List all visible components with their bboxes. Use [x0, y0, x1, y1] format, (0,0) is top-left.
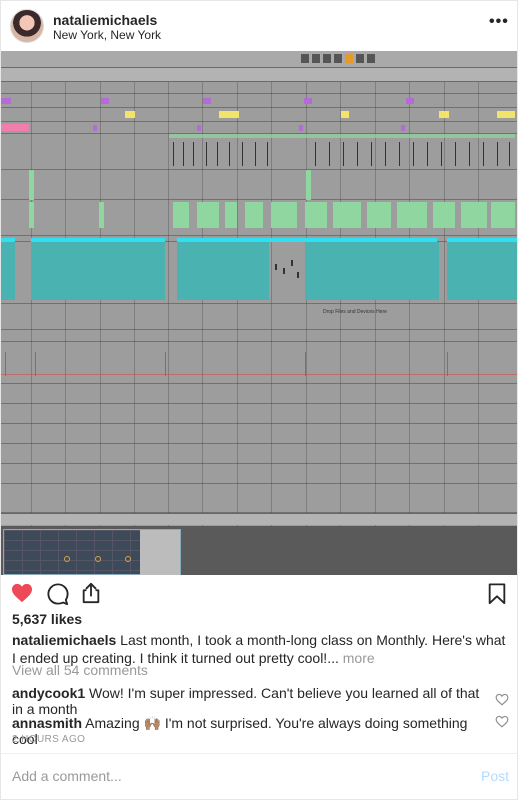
- bookmark-icon[interactable]: [487, 583, 507, 605]
- post-timestamp[interactable]: 2 HOURS AGO: [12, 734, 85, 745]
- daw-transport: [301, 54, 375, 65]
- more-options-icon[interactable]: •••: [489, 13, 509, 31]
- heart-icon[interactable]: [11, 583, 33, 603]
- post-actions: [1, 575, 517, 609]
- comment-icon[interactable]: [47, 583, 69, 605]
- share-icon[interactable]: [80, 582, 102, 604]
- eq-device: [3, 529, 181, 575]
- instagram-post: nataliemichaels New York, New York ••• D…: [0, 0, 518, 800]
- like-count[interactable]: 5,637 likes: [12, 611, 82, 627]
- post-username[interactable]: nataliemichaels: [53, 12, 157, 28]
- divider: [1, 753, 517, 754]
- post-header: nataliemichaels New York, New York •••: [1, 1, 517, 51]
- comment-like-icon[interactable]: [495, 693, 509, 706]
- caption-more-link[interactable]: more: [339, 650, 375, 666]
- view-all-comments-link[interactable]: View all 54 comments: [12, 662, 148, 678]
- comment-item: andycook1 Wow! I'm super impressed. Can'…: [12, 685, 482, 717]
- daw-toolbar: [1, 51, 517, 68]
- caption-username[interactable]: nataliemichaels: [12, 632, 116, 648]
- avatar[interactable]: [10, 9, 44, 43]
- daw-ruler: [1, 68, 517, 82]
- comment-username[interactable]: andycook1: [12, 685, 85, 701]
- comment-username[interactable]: annasmith: [12, 715, 82, 731]
- post-location[interactable]: New York, New York: [53, 28, 161, 42]
- post-comment-button[interactable]: Post: [481, 768, 509, 784]
- daw-bottom-ruler: [1, 513, 517, 525]
- add-comment-input[interactable]: Add a comment...: [12, 768, 122, 784]
- post-image: Drop Files and Devices Here: [1, 51, 517, 575]
- comment-like-icon[interactable]: [495, 715, 509, 728]
